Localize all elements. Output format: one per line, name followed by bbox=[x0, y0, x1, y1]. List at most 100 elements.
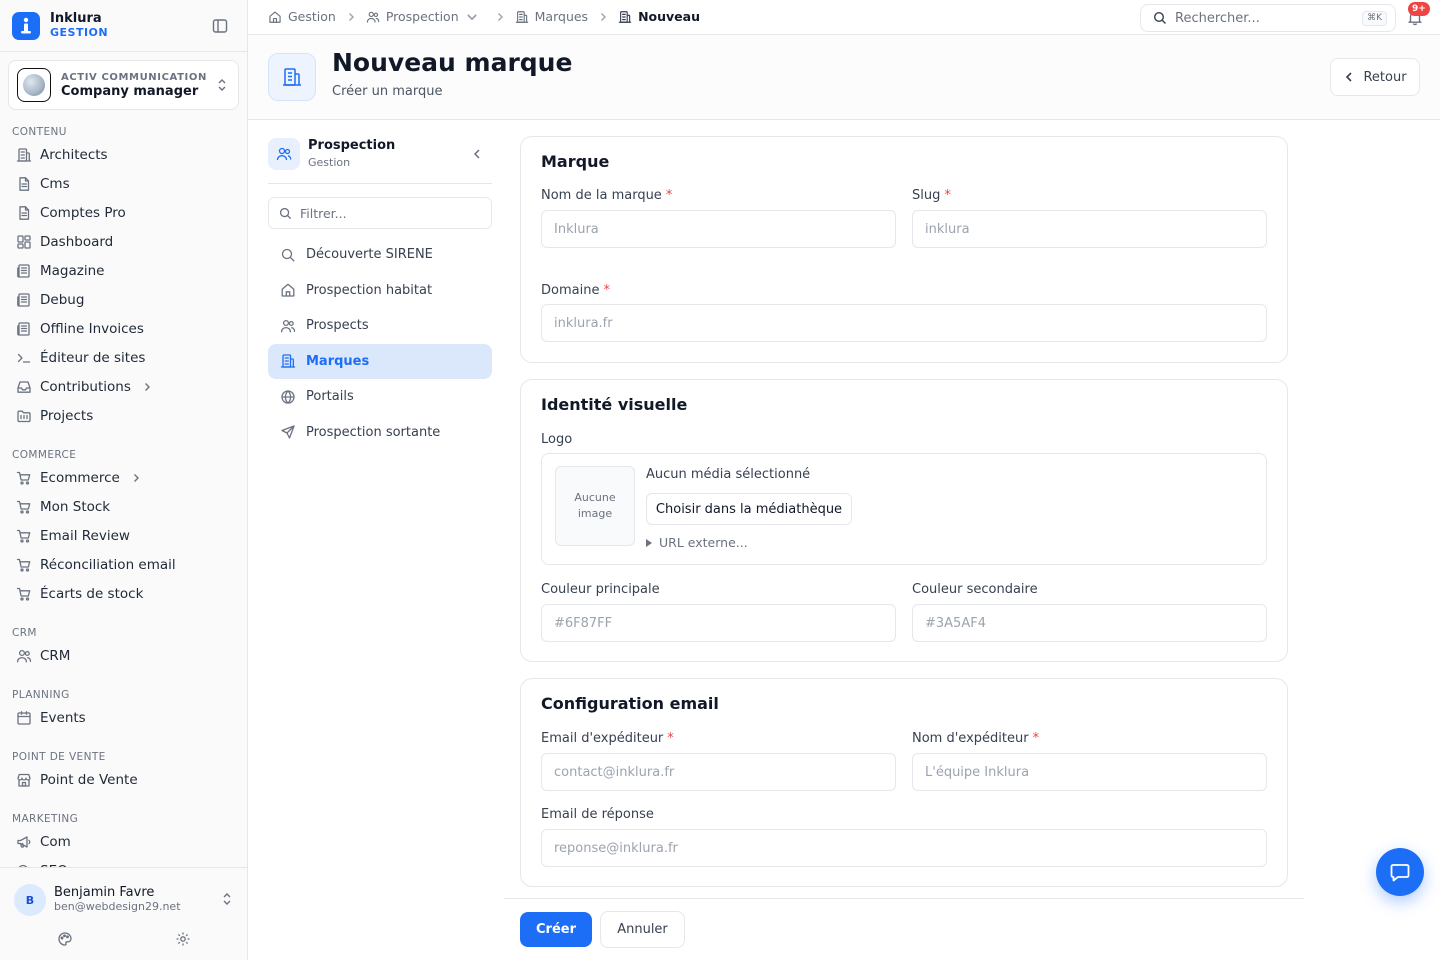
folder-icon bbox=[16, 408, 40, 424]
domain-input[interactable] bbox=[541, 304, 1267, 342]
cart-icon bbox=[16, 557, 40, 573]
sidebar-item-magazine[interactable]: Magazine bbox=[0, 256, 247, 285]
chevron-left-icon[interactable] bbox=[470, 147, 484, 161]
sidebar-item-dashboard[interactable]: Dashboard bbox=[0, 227, 247, 256]
sidebar-item-architects[interactable]: Architects bbox=[0, 140, 247, 169]
sender-email-input[interactable] bbox=[541, 753, 896, 791]
sidebar-item-crm[interactable]: CRM bbox=[0, 641, 247, 670]
breadcrumb-marques[interactable]: Marques bbox=[515, 9, 588, 24]
brand-name-input[interactable] bbox=[541, 210, 896, 248]
sidebar-item-offline-invoices[interactable]: Offline Invoices bbox=[0, 314, 247, 343]
document-icon bbox=[16, 205, 40, 221]
external-url-toggle[interactable]: URL externe... bbox=[646, 535, 748, 550]
subnav-item-prospects[interactable]: Prospects bbox=[268, 308, 492, 344]
sidebar-item-seo[interactable]: SEO bbox=[0, 856, 247, 867]
filter-input[interactable] bbox=[300, 205, 480, 221]
brand-logo-icon bbox=[12, 11, 40, 40]
identity-card-title: Identité visuelle bbox=[541, 395, 688, 414]
subnav-item-decouverte-sirene[interactable]: Découverte SIRENE bbox=[268, 237, 492, 273]
brand-card: Marque Nom de la marque* Slug* Domaine* bbox=[520, 136, 1288, 363]
caret-right-icon bbox=[646, 538, 652, 547]
sidebar-toggle-icon[interactable] bbox=[211, 17, 229, 35]
org-switcher[interactable]: ACTIV COMMUNICATION Company manager bbox=[8, 60, 239, 110]
sidebar-item-label: Projects bbox=[40, 407, 94, 424]
cart-icon bbox=[16, 528, 40, 544]
dashboard-icon bbox=[16, 234, 40, 250]
search-input[interactable] bbox=[1175, 10, 1355, 26]
sidebar-item-label: CRM bbox=[40, 647, 71, 664]
breadcrumb-label: Nouveau bbox=[638, 9, 700, 24]
breadcrumb-prospection[interactable]: Prospection bbox=[366, 9, 485, 24]
slug-label: Slug * bbox=[912, 188, 951, 203]
logo-picker: Aucune image Aucun média sélectionné Cho… bbox=[541, 453, 1267, 565]
global-search[interactable]: ⌘K bbox=[1140, 4, 1396, 32]
reply-email-input[interactable] bbox=[541, 829, 1267, 867]
users-icon bbox=[280, 318, 306, 334]
sidebar-item-projects[interactable]: Projects bbox=[0, 401, 247, 430]
sidebar-item-reconciliation-email[interactable]: Réconciliation email bbox=[0, 550, 247, 579]
subnav-list: Découverte SIRENE Prospection habitat Pros… bbox=[268, 237, 492, 450]
email-card: Configuration email Email d'expéditeur * … bbox=[520, 678, 1288, 887]
brand-subtitle: GESTION bbox=[50, 25, 109, 39]
sidebar: Inklura GESTION ACTIV COMMUNICATION Comp… bbox=[0, 0, 248, 960]
avatar: B bbox=[14, 884, 46, 916]
newspaper-icon bbox=[16, 263, 40, 279]
sidebar-nav: CONTENU Architects Cms Comptes Pro Dashboard… bbox=[0, 118, 247, 867]
sidebar-item-ecarts-de-stock[interactable]: Écarts de stock bbox=[0, 579, 247, 608]
sidebar-item-label: Com bbox=[40, 833, 71, 850]
subnav-item-prospection-habitat[interactable]: Prospection habitat bbox=[268, 273, 492, 309]
building-icon bbox=[268, 53, 316, 101]
newspaper-icon bbox=[16, 292, 40, 308]
sidebar-item-label: Architects bbox=[40, 146, 108, 163]
sidebar-item-comptes-pro[interactable]: Comptes Pro bbox=[0, 198, 247, 227]
globe-icon bbox=[280, 389, 306, 405]
sidebar-item-point-de-vente[interactable]: Point de Vente bbox=[0, 765, 247, 794]
subnav-filter[interactable] bbox=[268, 197, 492, 229]
subnav-item-prospection-sortante[interactable]: Prospection sortante bbox=[268, 415, 492, 451]
secondary-color-input[interactable] bbox=[912, 604, 1267, 642]
palette-icon[interactable] bbox=[57, 931, 73, 947]
slug-input[interactable] bbox=[912, 210, 1267, 248]
subnav-item-portails[interactable]: Portails bbox=[268, 379, 492, 415]
sidebar-item-label: Éditeur de sites bbox=[40, 349, 146, 366]
subnav-item-marques[interactable]: Marques bbox=[268, 343, 492, 379]
sidebar-item-label: Mon Stock bbox=[40, 498, 111, 515]
back-button[interactable]: Retour bbox=[1330, 58, 1420, 96]
gear-icon[interactable] bbox=[175, 931, 191, 947]
document-icon bbox=[16, 176, 40, 192]
nav-section-title: COMMERCE bbox=[12, 449, 77, 461]
search-icon bbox=[279, 207, 292, 219]
sidebar-item-mon-stock[interactable]: Mon Stock bbox=[0, 492, 247, 521]
chevron-right-icon bbox=[588, 11, 618, 23]
sidebar-item-label: Email Review bbox=[40, 527, 130, 544]
page-title: Nouveau marque bbox=[332, 48, 573, 77]
identity-card: Identité visuelle Logo Aucune image Aucu… bbox=[520, 379, 1288, 662]
sender-name-input[interactable] bbox=[912, 753, 1267, 791]
sidebar-item-contributions[interactable]: Contributions bbox=[0, 372, 247, 401]
primary-color-input[interactable] bbox=[541, 604, 896, 642]
brand[interactable]: Inklura GESTION bbox=[0, 0, 247, 52]
sidebar-item-debug[interactable]: Debug bbox=[0, 285, 247, 314]
notification-badge: 9+ bbox=[1408, 2, 1430, 16]
cancel-button[interactable]: Annuler bbox=[600, 911, 685, 948]
chat-button[interactable] bbox=[1376, 848, 1424, 896]
sidebar-item-label: Point de Vente bbox=[40, 771, 138, 788]
sidebar-item-editeur-de-sites[interactable]: Éditeur de sites bbox=[0, 343, 247, 372]
sidebar-item-ecommerce[interactable]: Ecommerce bbox=[0, 463, 247, 492]
sidebar-item-label: Ecommerce bbox=[40, 469, 120, 486]
brand-card-title: Marque bbox=[541, 152, 610, 171]
user-menu[interactable]: B Benjamin Favre ben@webdesign29.net bbox=[14, 883, 239, 917]
subnav-subtitle: Gestion bbox=[308, 156, 351, 169]
breadcrumb-gestion[interactable]: Gestion bbox=[268, 9, 336, 24]
sidebar-item-email-review[interactable]: Email Review bbox=[0, 521, 247, 550]
choose-media-button[interactable]: Choisir dans la médiathèque bbox=[646, 493, 852, 525]
subnav-item-label: Portails bbox=[306, 389, 354, 405]
sidebar-item-com[interactable]: Com bbox=[0, 827, 247, 856]
sidebar-item-cms[interactable]: Cms bbox=[0, 169, 247, 198]
sidebar-item-events[interactable]: Events bbox=[0, 703, 247, 732]
create-button[interactable]: Créer bbox=[520, 912, 592, 947]
home-icon bbox=[280, 282, 306, 298]
sender-email-label: Email d'expéditeur * bbox=[541, 731, 674, 746]
